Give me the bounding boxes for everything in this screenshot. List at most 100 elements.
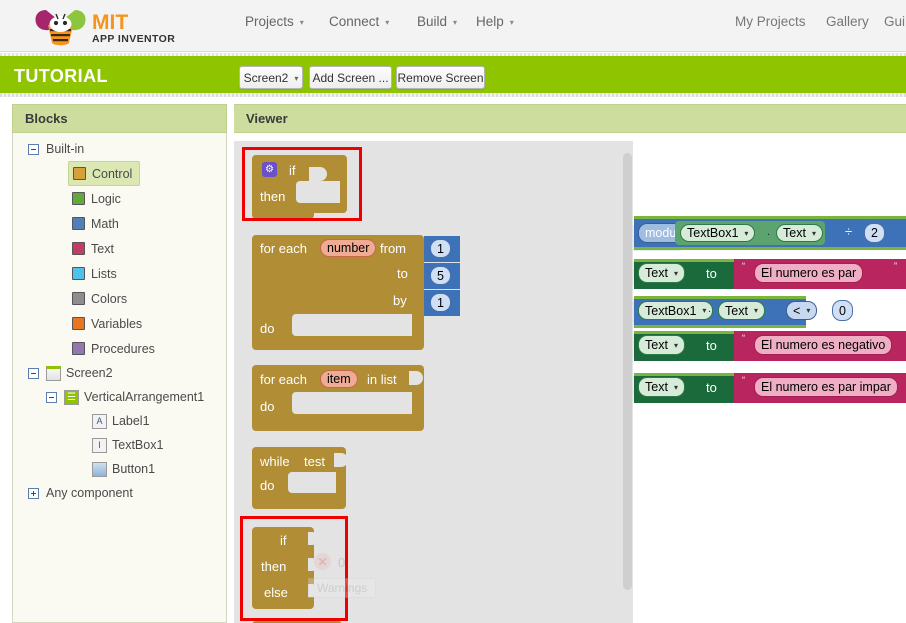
- nav-link-my-projects[interactable]: My Projects: [735, 14, 806, 29]
- nav-menu-build[interactable]: Build ▾: [417, 14, 457, 29]
- number-socket-compare-value: 0: [839, 303, 846, 318]
- for-each-in-list-label: in list: [367, 372, 397, 387]
- tree-node-textbox1-label: TextBox1: [112, 438, 164, 452]
- by-number: 1: [437, 295, 444, 310]
- setter-property-dropdown-3[interactable]: Text: [638, 377, 685, 397]
- chevron-down-icon: ▾: [453, 17, 458, 27]
- for-each-label: for each: [260, 241, 307, 256]
- toolbar-bottom-divider: [0, 93, 906, 97]
- divide-operator-label: ÷: [845, 224, 853, 239]
- setter-to-label-3: to: [706, 380, 717, 395]
- for-each-from-value[interactable]: 1: [430, 239, 451, 258]
- screen-selector-label: Screen2: [243, 70, 289, 85]
- sidebar-item-math-label: Math: [91, 216, 119, 231]
- sidebar-item-logic[interactable]: Logic: [12, 186, 227, 211]
- setter-to-label-1: to: [706, 266, 717, 281]
- arrangement-icon: ☰: [64, 389, 79, 405]
- button-icon: [92, 461, 107, 477]
- text-string-field-3[interactable]: El numero es par impar: [754, 377, 898, 397]
- setter-property-dropdown-1[interactable]: Text: [638, 263, 685, 283]
- for-each-by-label: by: [393, 293, 407, 308]
- while-test-socket-notch: [334, 453, 348, 467]
- getter-property-label-1: Text: [783, 226, 806, 240]
- compare-component-label-right: TextBox1: [645, 303, 697, 318]
- nav-link-gallery[interactable]: Gallery: [826, 14, 869, 29]
- for-each-item-var-field[interactable]: item: [320, 370, 358, 388]
- for-each-to-label: to: [397, 266, 408, 281]
- sidebar-item-colors-label: Colors: [91, 291, 128, 306]
- sidebar-item-control[interactable]: Control: [68, 161, 140, 186]
- tree-node-label1[interactable]: A Label1: [12, 409, 227, 433]
- flyout-scrollbar[interactable]: [623, 153, 632, 590]
- nav-menu-connect[interactable]: Connect ▾: [329, 14, 389, 29]
- sidebar-item-lists[interactable]: Lists: [12, 261, 227, 286]
- text-string-field-2[interactable]: El numero es negativo: [754, 335, 893, 355]
- nav-link-guide[interactable]: Gui: [884, 14, 905, 29]
- collapse-toggle-icon[interactable]: [28, 367, 39, 379]
- sidebar-item-math[interactable]: Math: [12, 211, 227, 236]
- tree-node-button1[interactable]: Button1: [12, 457, 227, 481]
- getter-component-dropdown-1[interactable]: TextBox1: [680, 224, 756, 242]
- add-screen-button[interactable]: Add Screen ...: [309, 66, 392, 89]
- chevron-down-icon: ▾: [299, 17, 304, 27]
- sidebar-item-procedures[interactable]: Procedures: [12, 336, 227, 361]
- error-count-icon: ✕: [314, 553, 331, 570]
- setter-property-dropdown-2[interactable]: Text: [638, 335, 685, 355]
- quote-close-1: ”: [894, 261, 897, 271]
- blocks-panel-title: Blocks: [25, 111, 68, 126]
- svg-text:APP INVENTOR: APP INVENTOR: [92, 33, 175, 45]
- quote-open-1: “: [742, 261, 745, 271]
- getter-property-dropdown-1[interactable]: Text: [776, 224, 823, 242]
- nav-menu-projects[interactable]: Projects ▾: [245, 14, 304, 29]
- compare-property-dropdown[interactable]: Text: [718, 301, 765, 320]
- nav-menu-help-label: Help: [476, 14, 504, 29]
- tree-node-textbox1[interactable]: I TextBox1: [12, 433, 227, 457]
- control-color-icon: [73, 167, 86, 180]
- tree-node-any-component[interactable]: Any component: [12, 481, 227, 505]
- for-each-to-value[interactable]: 5: [430, 266, 451, 285]
- compare-component-dropdown-right[interactable]: TextBox1: [638, 301, 714, 320]
- text-color-icon: [72, 242, 85, 255]
- collapse-toggle-icon[interactable]: [28, 143, 39, 155]
- sidebar-item-text[interactable]: Text: [12, 236, 227, 261]
- sidebar-item-colors[interactable]: Colors: [12, 286, 227, 311]
- tree-node-screen2[interactable]: Screen2: [12, 361, 227, 385]
- red-highlight-box-if-then: [242, 147, 362, 221]
- sidebar-item-lists-label: Lists: [91, 266, 117, 281]
- procedures-color-icon: [72, 342, 85, 355]
- nav-menu-build-label: Build: [417, 14, 448, 29]
- blocks-workspace[interactable]: when Button1 .Click do ⚙ if then else if…: [234, 133, 906, 623]
- setter-property-label-1: Text: [645, 266, 668, 280]
- warnings-indicator[interactable]: Warnings: [308, 578, 377, 598]
- compare-operator-label: <: [793, 303, 801, 318]
- for-each-item-do-slot: [292, 392, 412, 414]
- number-socket-divisor[interactable]: 2: [864, 223, 885, 243]
- nav-menu-help[interactable]: Help ▾: [476, 14, 514, 29]
- compare-operator-dropdown[interactable]: <: [786, 301, 818, 320]
- quote-open-3: “: [742, 375, 745, 385]
- sidebar-item-variables[interactable]: Variables: [12, 311, 227, 336]
- setter-property-label-3: Text: [645, 380, 668, 394]
- viewer-title: Viewer: [246, 111, 288, 126]
- mit-app-inventor-logo[interactable]: MIT APP INVENTOR: [28, 4, 178, 48]
- while-label: while: [260, 454, 290, 469]
- text-string-field-1[interactable]: El numero es par: [754, 263, 864, 283]
- for-each-by-value[interactable]: 1: [430, 293, 451, 312]
- top-navigation-bar: MIT APP INVENTOR Projects ▾ Connect ▾ Bu…: [0, 0, 906, 52]
- expand-toggle-icon[interactable]: [28, 487, 39, 499]
- red-highlight-box-if-then-else: [240, 516, 348, 621]
- collapse-toggle-icon[interactable]: [46, 391, 57, 403]
- for-each-item-var-value: item: [327, 372, 351, 386]
- for-each-var-field[interactable]: number: [320, 239, 377, 257]
- logic-color-icon: [72, 192, 85, 205]
- number-socket-compare[interactable]: 0: [832, 300, 853, 321]
- for-each-var-value: number: [327, 241, 370, 255]
- for-each-item-label: for each: [260, 372, 307, 387]
- blocks-flyout-drawer[interactable]: ⚙ if then for each number from to by do …: [234, 141, 633, 623]
- tree-node-builtin[interactable]: Built-in: [12, 137, 227, 161]
- tree-node-verticalarrangement1[interactable]: ☰ VerticalArrangement1: [12, 385, 227, 409]
- screen-selector-button[interactable]: Screen2 ▾: [239, 66, 303, 89]
- label-icon: A: [92, 413, 107, 429]
- compare-property-label: Text: [725, 303, 748, 318]
- remove-screen-button[interactable]: Remove Screen: [396, 66, 485, 89]
